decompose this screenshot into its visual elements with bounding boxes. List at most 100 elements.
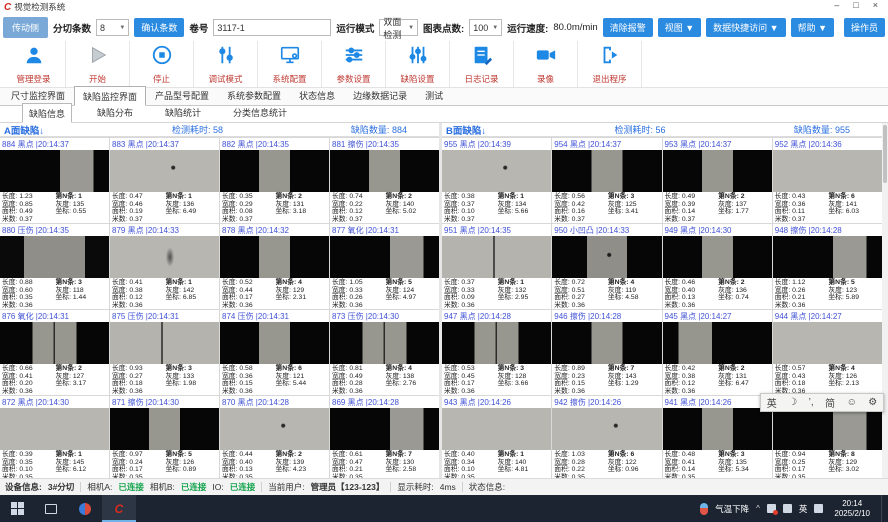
defect-image[interactable] (220, 236, 329, 278)
defect-cell[interactable]: 869 黑点 |20:14:28 长度: 0.61 宽度: 0.47 面积: 0… (330, 396, 439, 478)
defect-cell[interactable]: 872 黑点 |20:14:30 长度: 0.39 宽度: 0.35 面积: 0… (0, 396, 109, 478)
confirm-count-button[interactable]: 确认条数 (134, 18, 184, 37)
taskbar-app-1[interactable] (68, 495, 102, 522)
record-video-button[interactable]: 录像 (514, 41, 578, 87)
defect-image[interactable] (552, 322, 661, 364)
tab-status-info[interactable]: 状态信息 (290, 85, 344, 105)
defect-image[interactable] (552, 408, 661, 450)
defect-cell[interactable]: 877 氧化 |20:14:31 长度: 1.05 宽度: 0.33 面积: 0… (330, 224, 439, 309)
admin-login-button[interactable]: 管理登录 (2, 41, 66, 87)
defect-image[interactable] (0, 408, 109, 450)
exit-program-button[interactable]: 退出程序 (578, 41, 642, 87)
defect-image[interactable] (552, 150, 661, 192)
defect-cell[interactable]: 951 黑点 |20:14:35 长度: 0.37 宽度: 0.33 面积: 0… (442, 224, 551, 309)
ime-halfwidth-icon[interactable]: ☽ (788, 397, 797, 408)
scrollbar-thumb[interactable] (883, 125, 887, 183)
tray-app-icon[interactable] (783, 504, 792, 513)
defect-image[interactable] (110, 236, 219, 278)
defect-cell[interactable]: 881 擦伤 |20:14:35 长度: 0.74 宽度: 0.22 面积: 0… (330, 138, 439, 223)
defect-cell[interactable]: 871 擦伤 |20:14:30 长度: 0.97 宽度: 0.24 面积: 0… (110, 396, 219, 478)
defect-image[interactable] (0, 150, 109, 192)
defect-image[interactable] (663, 236, 772, 278)
subtab-defect-statistics[interactable]: 缺陷统计 (158, 102, 208, 122)
defect-cell[interactable]: 948 擦伤 |20:14:28 长度: 1.12 宽度: 0.26 面积: 0… (773, 224, 882, 309)
defect-cell[interactable]: 946 擦伤 |20:14:28 长度: 0.89 宽度: 0.23 面积: 0… (552, 310, 661, 395)
defect-cell[interactable]: 880 压伤 |20:14:35 长度: 0.88 宽度: 0.60 面积: 0… (0, 224, 109, 309)
roll-number-input[interactable] (213, 19, 331, 36)
defect-cell[interactable]: 875 压伤 |20:14:31 长度: 0.93 宽度: 0.27 面积: 0… (110, 310, 219, 395)
tray-notification-icon[interactable] (767, 504, 776, 513)
defect-cell[interactable]: 952 黑点 |20:14:36 长度: 0.43 宽度: 0.36 面积: 0… (773, 138, 882, 223)
defect-cell[interactable]: 878 黑点 |20:14:32 长度: 0.52 宽度: 0.44 面积: 0… (220, 224, 329, 309)
taskbar-app-inspection[interactable]: C (102, 495, 136, 522)
log-record-button[interactable]: 日志记录 (450, 41, 514, 87)
tray-expand-caret[interactable]: ^ (756, 504, 760, 513)
data-quick-access-button[interactable]: 数据快捷访问 ▼ (706, 18, 785, 37)
show-desktop-button[interactable] (881, 495, 886, 522)
defect-image[interactable] (110, 150, 219, 192)
ime-settings-icon[interactable]: ⚙ (868, 397, 877, 408)
taskbar-clock[interactable]: 20:14 2025/2/10 (830, 499, 874, 519)
defect-image[interactable] (663, 408, 772, 450)
defect-image[interactable] (773, 408, 882, 450)
slit-count-select[interactable]: 8▼ (96, 19, 129, 36)
defect-cell[interactable]: 941 黑点 |20:14:26 长度: 0.48 宽度: 0.41 面积: 0… (663, 396, 772, 478)
defect-cell[interactable]: 944 黑点 |20:14:27 长度: 0.57 宽度: 0.43 面积: 0… (773, 310, 882, 395)
system-config-button[interactable]: 系统配置 (258, 41, 322, 87)
operator-button[interactable]: 操作员 (844, 18, 885, 37)
tab-test[interactable]: 测试 (416, 85, 452, 105)
start-menu-button[interactable] (0, 495, 34, 522)
defect-image[interactable] (220, 408, 329, 450)
defect-cell[interactable]: 949 黑点 |20:14:30 长度: 0.46 宽度: 0.40 面积: 0… (663, 224, 772, 309)
defect-image[interactable] (773, 150, 882, 192)
defect-cell[interactable]: 950 小凹凸 |20:14:33 长度: 0.72 宽度: 0.51 面积: … (552, 224, 661, 309)
defect-settings-button[interactable]: 缺陷设置 (386, 41, 450, 87)
task-view-button[interactable] (34, 495, 68, 522)
defect-cell[interactable]: 947 黑点 |20:14:28 长度: 0.53 宽度: 0.45 面积: 0… (442, 310, 551, 395)
defect-image[interactable] (0, 322, 109, 364)
start-button[interactable]: 开始 (66, 41, 130, 87)
run-mode-select[interactable]: 双面检测▼ (379, 19, 418, 36)
panel-a-title[interactable]: A面缺陷↓ (4, 123, 44, 137)
defect-image[interactable] (442, 322, 551, 364)
defect-cell[interactable]: 943 黑点 |20:14:26 长度: 0.40 宽度: 0.34 面积: 0… (442, 396, 551, 478)
defect-image[interactable] (220, 322, 329, 364)
defect-image[interactable] (773, 236, 882, 278)
defect-image[interactable] (442, 150, 551, 192)
defect-image[interactable] (773, 322, 882, 364)
maximize-button[interactable]: □ (853, 0, 858, 10)
defect-cell[interactable]: 870 黑点 |20:14:28 长度: 0.44 宽度: 0.40 面积: 0… (220, 396, 329, 478)
defect-cell[interactable]: 953 黑点 |20:14:37 长度: 0.49 宽度: 0.39 面积: 0… (663, 138, 772, 223)
subtab-defect-info[interactable]: 缺陷信息 (22, 103, 72, 123)
defect-image[interactable] (330, 150, 439, 192)
defect-cell[interactable]: 954 黑点 |20:14:37 长度: 0.56 宽度: 0.42 面积: 0… (552, 138, 661, 223)
parameter-settings-button[interactable]: 参数设置 (322, 41, 386, 87)
defect-image[interactable] (330, 236, 439, 278)
panel-b-title[interactable]: B面缺陷↓ (446, 123, 486, 137)
defect-cell[interactable]: 879 黑点 |20:14:33 长度: 0.41 宽度: 0.38 面积: 0… (110, 224, 219, 309)
defect-image[interactable] (663, 150, 772, 192)
keyboard-icon[interactable] (814, 504, 823, 513)
view-menu-button[interactable]: 视图 ▼ (658, 18, 701, 37)
minimize-button[interactable]: – (834, 0, 839, 10)
ime-punctuation-icon[interactable]: ’, (809, 397, 814, 408)
defect-image[interactable] (442, 236, 551, 278)
tab-edge-data-record[interactable]: 边缘数据记录 (344, 85, 416, 105)
ime-lang-toggle[interactable]: 英 (767, 395, 777, 410)
defect-cell[interactable]: 883 黑点 |20:14:37 长度: 0.47 宽度: 0.46 面积: 0… (110, 138, 219, 223)
vertical-scrollbar[interactable] (882, 123, 888, 478)
tab-size-monitor[interactable]: 尺寸监控界面 (2, 85, 74, 105)
defect-image[interactable] (220, 150, 329, 192)
defect-cell[interactable]: 873 压伤 |20:14:30 长度: 0.81 宽度: 0.49 面积: 0… (330, 310, 439, 395)
defect-image[interactable] (552, 236, 661, 278)
defect-image[interactable] (0, 236, 109, 278)
close-button[interactable]: × (873, 0, 878, 10)
subtab-classification-stats[interactable]: 分类信息统计 (226, 102, 294, 122)
defect-cell[interactable]: 945 黑点 |20:14:27 长度: 0.42 宽度: 0.38 面积: 0… (663, 310, 772, 395)
debug-mode-button[interactable]: 调试模式 (194, 41, 258, 87)
defect-image[interactable] (330, 408, 439, 450)
ime-simplified-toggle[interactable]: 简 (825, 395, 835, 410)
defect-cell[interactable]: 876 氧化 |20:14:31 长度: 0.66 宽度: 0.41 面积: 0… (0, 310, 109, 395)
defect-cell[interactable]: 942 擦伤 |20:14:26 长度: 1.03 宽度: 0.28 面积: 0… (552, 396, 661, 478)
defect-cell[interactable]: 874 压伤 |20:14:31 长度: 0.58 宽度: 0.36 面积: 0… (220, 310, 329, 395)
